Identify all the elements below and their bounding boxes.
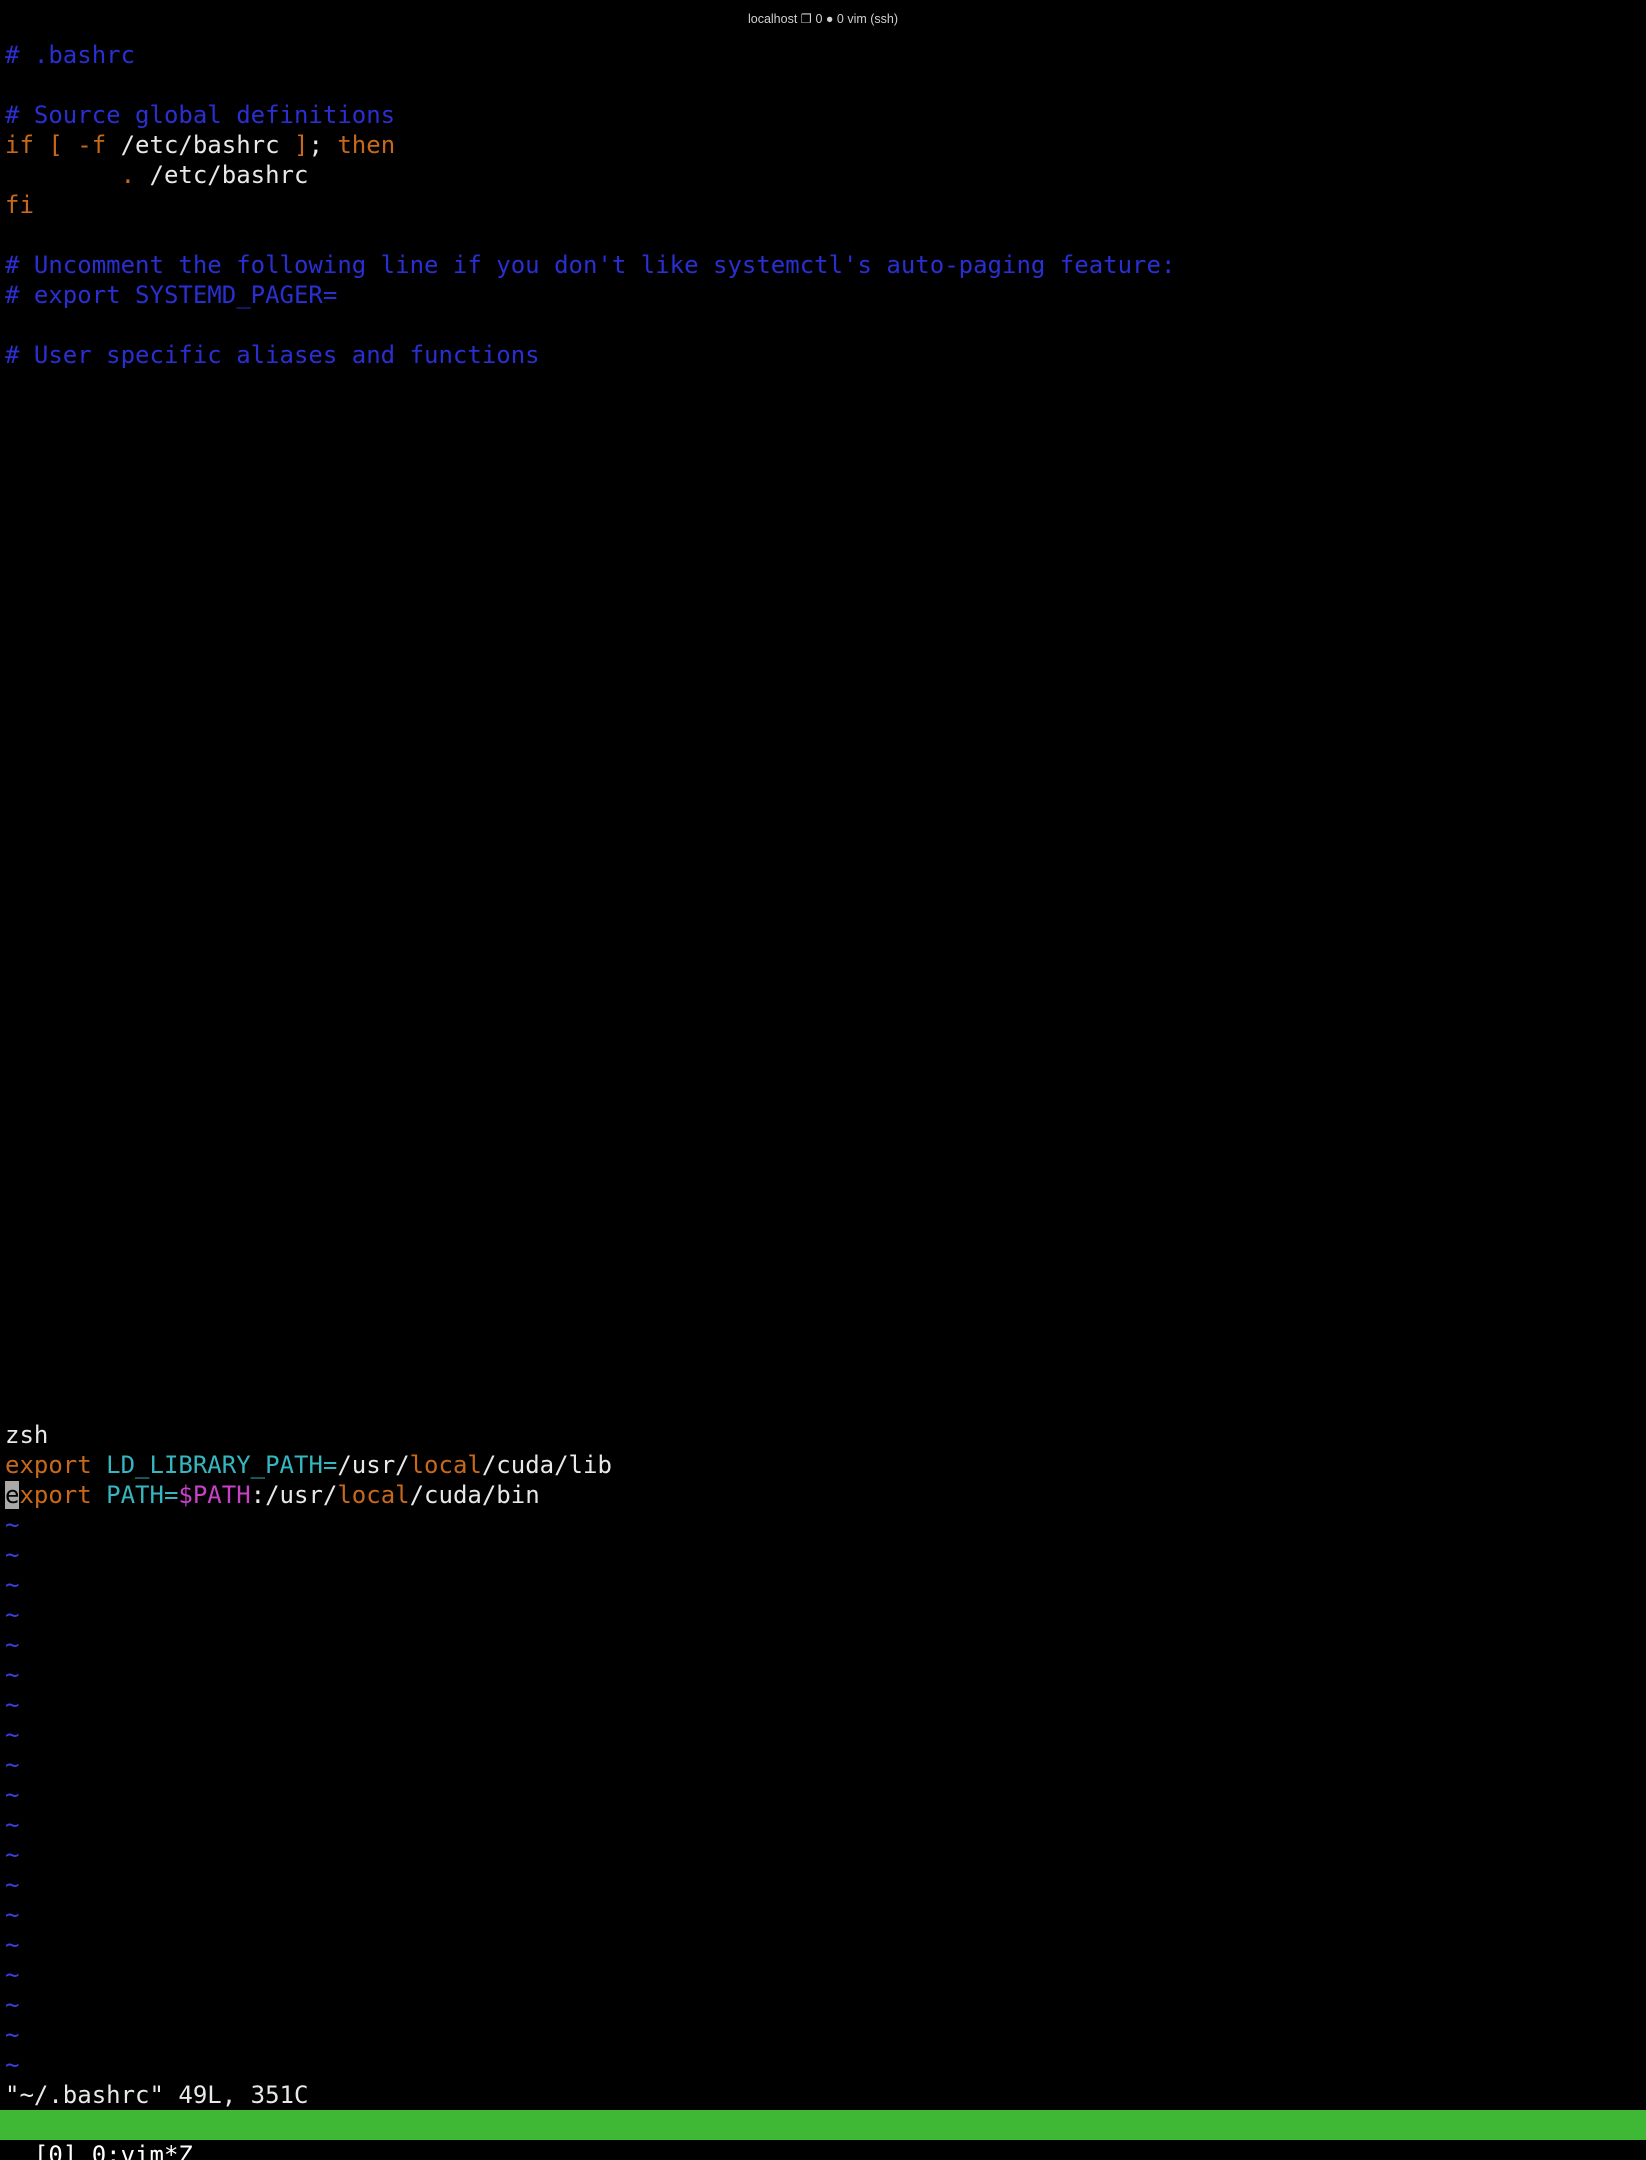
code-token: local (409, 1451, 482, 1479)
code-token: then (337, 131, 396, 159)
code-token: xport (19, 1481, 107, 1509)
code-token: # .bashrc (5, 41, 136, 69)
code-token: fi (5, 191, 34, 219)
code-token: # Source global definitions (5, 101, 396, 129)
code-token: :/usr/ (250, 1481, 338, 1509)
code-token: ; (308, 131, 338, 159)
code-token: /cuda/bin (409, 1481, 540, 1509)
window-title: localhost ❐ 0 ● 0 vim (ssh) (747, 12, 899, 26)
code-token: LD_LIBRARY_PATH= (106, 1451, 338, 1479)
empty-line-tilde: ~ (5, 1781, 20, 1809)
empty-line-tilde: ~ (5, 1841, 20, 1869)
empty-line-tilde: ~ (5, 1661, 20, 1689)
empty-line-tilde: ~ (5, 2021, 20, 2049)
top_pane-code-line[interactable]: # User specific aliases and functions (5, 340, 1641, 370)
code-token: /usr/ (337, 1451, 410, 1479)
empty-line-tilde: ~ (5, 1931, 20, 1959)
top_pane-code-line[interactable] (5, 70, 1641, 100)
code-token: /etc/bashrc (120, 131, 280, 159)
code-token: export (5, 1451, 107, 1479)
bottom_pane-code-line[interactable]: zsh (5, 1420, 1641, 1450)
top_pane-code-line[interactable]: . /etc/bashrc (5, 160, 1641, 190)
empty-line-tilde: ~ (5, 1871, 20, 1899)
empty-line-tilde: ~ (5, 1811, 20, 1839)
code-token: PATH= (106, 1481, 179, 1509)
top_pane-code-line[interactable]: if [ -f /etc/bashrc ]; then (5, 130, 1641, 160)
tmux-status-bar: [0] 0:vim*Z 1:~/proj/cfrf#- (0, 2110, 1646, 2160)
empty-line-tilde: ~ (5, 1991, 20, 2019)
code-token: /etc/bashrc (149, 161, 309, 189)
code-token: if [ -f (5, 131, 121, 159)
text-cursor: e (5, 1481, 20, 1509)
empty-line-tilde: ~ (5, 1601, 20, 1629)
top_pane-code-line[interactable]: # export SYSTEMD_PAGER= (5, 280, 1641, 310)
code-token: ] (279, 131, 309, 159)
code-token: # export SYSTEMD_PAGER= (5, 281, 338, 309)
vim-message-line: "~/.bashrc" 49L, 351C (5, 2081, 309, 2109)
code-token: . (5, 161, 150, 189)
code-token: local (337, 1481, 410, 1509)
bottom_pane-code-line[interactable]: export LD_LIBRARY_PATH=/usr/local/cuda/l… (5, 1450, 1641, 1480)
vim-bottom-pane[interactable]: zsh export LD_LIBRARY_PATH=/usr/local/cud… (5, 1420, 1641, 2080)
code-token: $PATH (178, 1481, 251, 1509)
top_pane-code-line[interactable] (5, 220, 1641, 250)
vim-top-pane[interactable]: # .bashrc # Source global definitions if [… (5, 40, 1641, 370)
empty-line-tilde: ~ (5, 1511, 20, 1539)
empty-line-tilde: ~ (5, 1631, 20, 1659)
tmux-session-window-current[interactable]: [0] 0:vim*Z (28, 2140, 216, 2160)
empty-line-tilde: ~ (5, 2051, 20, 2079)
empty-line-tilde: ~ (5, 1901, 20, 1929)
empty-line-tilde: ~ (5, 1541, 20, 1569)
code-token: zsh (5, 1421, 49, 1449)
code-token: # Uncomment the following line if you do… (5, 251, 1176, 279)
tmux-window-item[interactable]: 1:~/proj/cfrf#- (215, 2140, 432, 2160)
bottom_pane-code-line[interactable]: export PATH=$PATH:/usr/local/cuda/bin (5, 1480, 1641, 1510)
top_pane-code-line[interactable]: fi (5, 190, 1641, 220)
top_pane-code-line[interactable]: # Uncomment the following line if you do… (5, 250, 1641, 280)
top_pane-code-line[interactable]: # Source global definitions (5, 100, 1641, 130)
code-token: /cuda/lib (481, 1451, 612, 1479)
empty-line-tilde: ~ (5, 1751, 20, 1779)
empty-line-tilde: ~ (5, 1691, 20, 1719)
code-token: # User specific aliases and functions (5, 341, 540, 369)
top_pane-code-line[interactable] (5, 310, 1641, 340)
empty-line-tilde: ~ (5, 1961, 20, 1989)
empty-line-tilde: ~ (5, 1721, 20, 1749)
empty-line-tilde: ~ (5, 1571, 20, 1599)
window-title-bar: localhost ❐ 0 ● 0 vim (ssh) (0, 0, 1646, 36)
top_pane-code-line[interactable]: # .bashrc (5, 40, 1641, 70)
